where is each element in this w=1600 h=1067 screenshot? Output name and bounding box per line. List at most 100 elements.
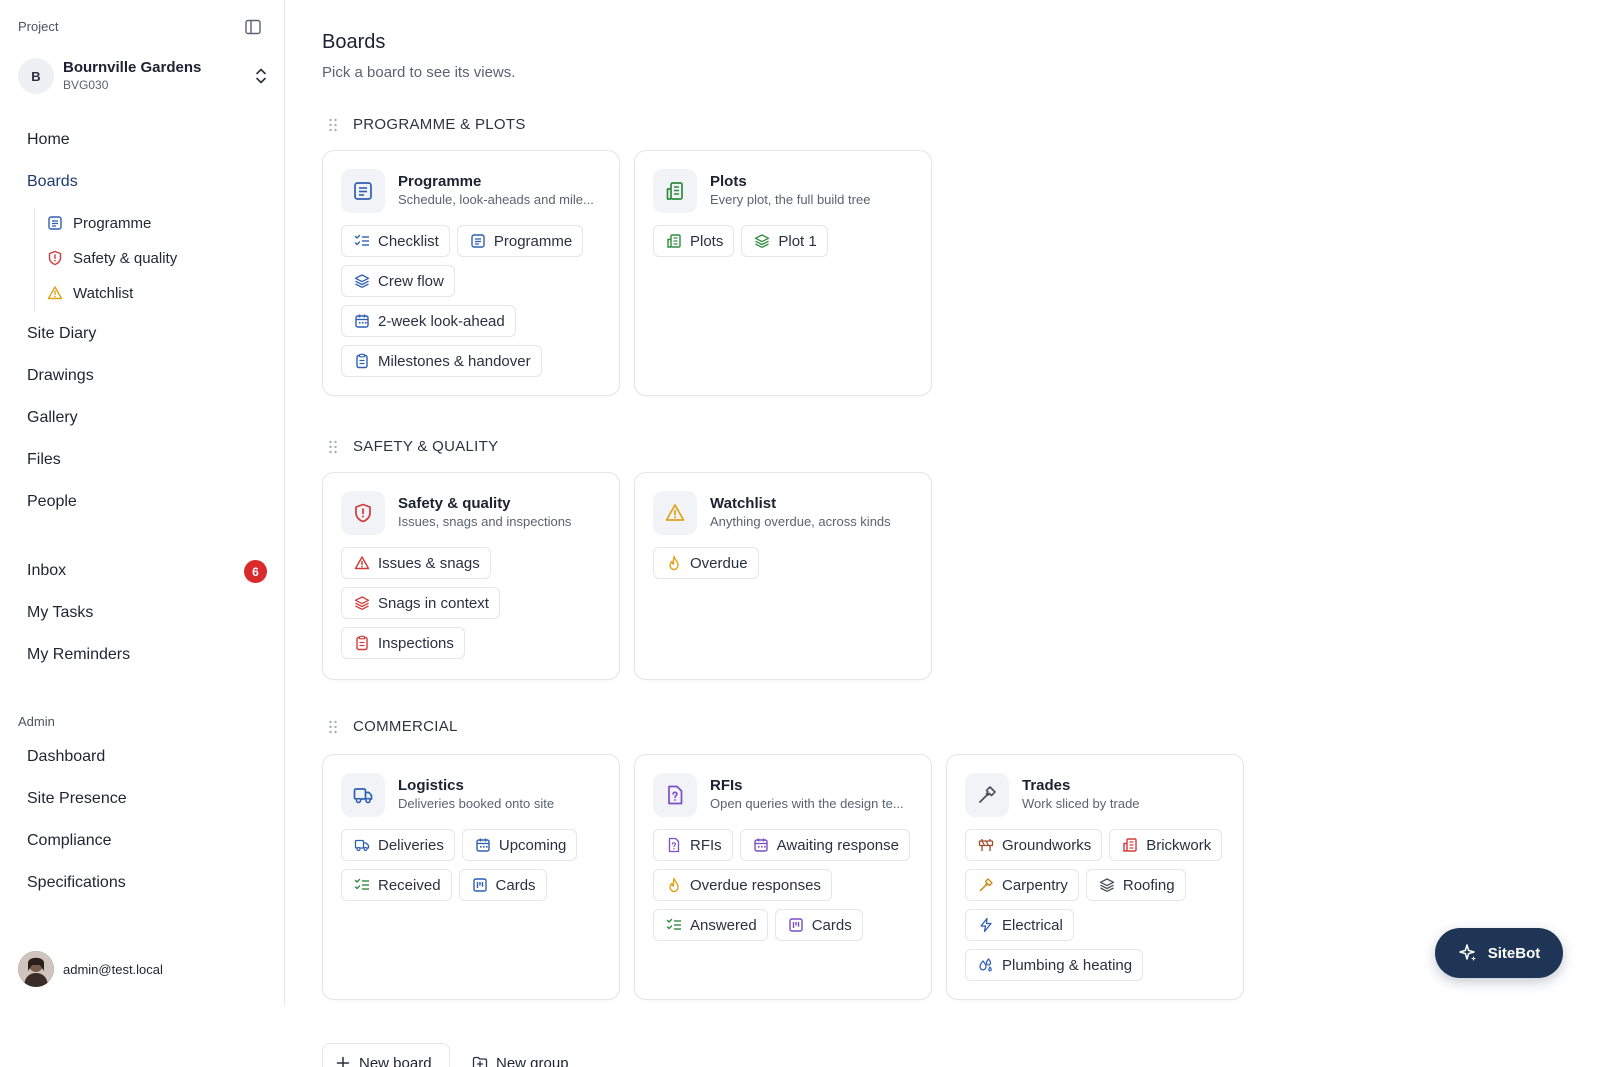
nav-gallery[interactable]: Gallery xyxy=(27,407,78,429)
view-chip-deliveries[interactable]: Deliveries xyxy=(341,829,455,861)
boards-sublist: Programme Safety & quality Watchlist xyxy=(34,208,274,312)
nav-specifications[interactable]: Specifications xyxy=(27,872,126,894)
view-chip-plot-1[interactable]: Plot 1 xyxy=(741,225,828,257)
project-code: BVG030 xyxy=(63,78,109,92)
layers-icon xyxy=(755,234,770,248)
card-description: Every plot, the full build tree xyxy=(710,192,871,207)
calendar-icon xyxy=(476,838,490,852)
view-chip-programme[interactable]: Programme xyxy=(456,225,584,257)
chip-label: Answered xyxy=(690,916,757,934)
new-group-label: New group xyxy=(496,1054,569,1067)
warning-triangle-icon xyxy=(47,286,63,300)
view-chip-milestones[interactable]: Milestones & handover xyxy=(341,345,542,377)
nav-drawings[interactable]: Drawings xyxy=(27,365,94,387)
view-chip-rfis[interactable]: RFIs xyxy=(653,829,733,861)
project-switcher[interactable]: B Bournville Gardens BVG030 xyxy=(18,57,270,95)
sub-item-label: Programme xyxy=(73,214,152,232)
card-description: Anything overdue, across kinds xyxy=(710,514,891,529)
chip-label: Plumbing & heating xyxy=(1002,956,1133,974)
view-chip-brickwork[interactable]: Brickwork xyxy=(1109,829,1223,861)
nav-boards[interactable]: Boards xyxy=(27,171,78,193)
card-title: Safety & quality xyxy=(398,495,511,512)
board-card-logistics[interactable]: Logistics Deliveries booked onto site De… xyxy=(322,754,620,1000)
card-description: Issues, snags and inspections xyxy=(398,514,572,529)
sitebot-button[interactable]: SiteBot xyxy=(1435,928,1563,978)
board-card-trades[interactable]: Trades Work sliced by trade Groundworks … xyxy=(946,754,1244,1000)
board-card-programme[interactable]: Programme Schedule, look-aheads and mile… xyxy=(322,150,620,396)
nav-dashboard[interactable]: Dashboard xyxy=(27,746,105,768)
chip-label: Programme xyxy=(493,232,573,250)
hammer-icon xyxy=(979,786,996,803)
view-chip-cards[interactable]: Cards xyxy=(458,869,547,901)
list-doc-icon xyxy=(48,216,62,230)
sub-item-watchlist[interactable]: Watchlist xyxy=(47,282,133,304)
drag-handle-icon[interactable] xyxy=(327,439,339,455)
nav-site-presence[interactable]: Site Presence xyxy=(27,788,127,810)
sub-item-safety[interactable]: Safety & quality xyxy=(47,247,177,269)
view-chip-answered[interactable]: Answered xyxy=(653,909,768,941)
sidebar-toggle-icon[interactable] xyxy=(244,18,262,36)
card-description: Open queries with the design te... xyxy=(710,796,904,811)
shield-alert-icon xyxy=(48,250,62,266)
nav-my-reminders[interactable]: My Reminders xyxy=(27,644,130,666)
view-chip-electrical[interactable]: Electrical xyxy=(965,909,1074,941)
view-chip-crew-flow[interactable]: Crew flow xyxy=(341,265,455,297)
chip-label: Cards xyxy=(495,876,536,894)
admin-label: Admin xyxy=(18,714,55,729)
page-title: Boards xyxy=(322,31,386,53)
view-chip-issues-snags[interactable]: Issues & snags xyxy=(341,547,491,579)
drag-handle-icon[interactable] xyxy=(327,117,339,133)
view-chip-inspections[interactable]: Inspections xyxy=(341,627,465,659)
sub-item-label: Safety & quality xyxy=(73,249,178,267)
nav-people[interactable]: People xyxy=(27,491,77,513)
board-card-plots[interactable]: Plots Every plot, the full build tree Pl… xyxy=(634,150,932,396)
truck-icon xyxy=(354,839,370,852)
user-menu[interactable]: admin@test.local xyxy=(18,951,163,987)
nav-site-diary[interactable]: Site Diary xyxy=(27,323,96,345)
view-chip-received[interactable]: Received xyxy=(341,869,452,901)
inbox-count-badge: 6 xyxy=(244,560,267,583)
view-chip-upcoming[interactable]: Upcoming xyxy=(461,829,578,861)
view-chip-plumbing[interactable]: Plumbing & heating xyxy=(965,949,1144,981)
layers-icon xyxy=(1099,878,1115,892)
view-chip-snags-context[interactable]: Snags in context xyxy=(341,587,500,619)
view-chip-cards[interactable]: Cards xyxy=(774,909,863,941)
view-chip-plots[interactable]: Plots xyxy=(653,225,735,257)
board-card-watchlist[interactable]: Watchlist Anything overdue, across kinds… xyxy=(634,472,932,680)
building-icon xyxy=(667,234,681,248)
view-chip-overdue[interactable]: Overdue xyxy=(653,547,759,579)
chip-label: Issues & snags xyxy=(378,554,480,572)
project-name: Bournville Gardens xyxy=(63,59,202,76)
view-chip-awaiting[interactable]: Awaiting response xyxy=(739,829,910,861)
board-card-safety[interactable]: Safety & quality Issues, snags and inspe… xyxy=(322,472,620,680)
building-icon xyxy=(1123,838,1137,852)
drag-handle-icon[interactable] xyxy=(327,719,339,735)
nav-my-tasks[interactable]: My Tasks xyxy=(27,602,93,624)
checklist-icon xyxy=(354,878,369,890)
nav-home[interactable]: Home xyxy=(27,129,70,151)
card-title: Trades xyxy=(1022,777,1071,794)
chip-label: Snags in context xyxy=(378,594,489,612)
sub-item-programme[interactable]: Programme xyxy=(47,212,151,234)
view-chip-checklist[interactable]: Checklist xyxy=(341,225,450,257)
chip-label: 2-week look-ahead xyxy=(378,312,505,330)
new-group-button[interactable]: New group xyxy=(459,1043,589,1067)
checklist-icon xyxy=(354,234,369,246)
layers-icon xyxy=(354,596,370,610)
nav-compliance[interactable]: Compliance xyxy=(27,830,111,852)
view-chip-look-ahead[interactable]: 2-week look-ahead xyxy=(341,305,516,337)
kanban-icon xyxy=(789,918,803,932)
hammer-icon xyxy=(979,878,993,892)
nav-files[interactable]: Files xyxy=(27,449,61,471)
group-title: SAFETY & QUALITY xyxy=(353,438,499,455)
view-chip-roofing[interactable]: Roofing xyxy=(1085,869,1186,901)
list-doc-icon xyxy=(354,182,372,200)
view-chip-carpentry[interactable]: Carpentry xyxy=(965,869,1079,901)
view-chip-groundworks[interactable]: Groundworks xyxy=(965,829,1103,861)
chip-label: Electrical xyxy=(1002,916,1063,934)
board-card-rfis[interactable]: RFIs Open queries with the design te... … xyxy=(634,754,932,1000)
new-board-button[interactable]: New board xyxy=(322,1043,450,1067)
view-chip-overdue-responses[interactable]: Overdue responses xyxy=(653,869,832,901)
shield-alert-icon xyxy=(355,503,371,523)
nav-inbox[interactable]: Inbox xyxy=(27,560,66,582)
